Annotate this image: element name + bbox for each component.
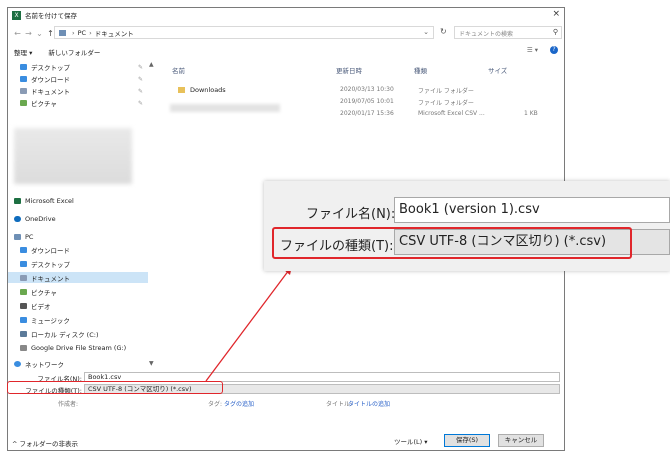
zoom-filename-label: ファイル名(N): — [306, 207, 396, 222]
zoom-filename-input: Book1 (version 1).csv — [394, 197, 670, 223]
arrow-line — [205, 265, 293, 382]
zoomed-callout: ファイル名(N): Book1 (version 1).csv ファイルの種類(… — [264, 181, 670, 271]
zoom-highlight-box — [272, 227, 632, 259]
